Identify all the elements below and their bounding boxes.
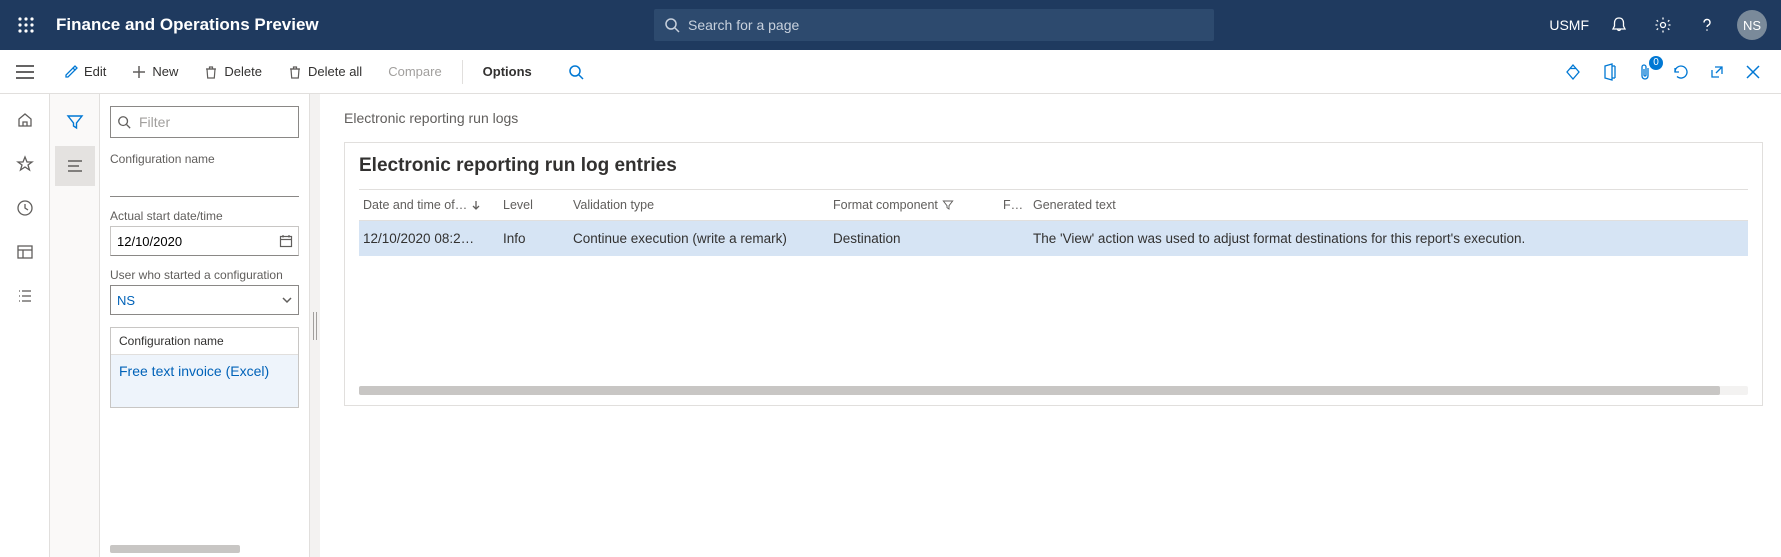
grid-header: Date and time of… Level Validation type …: [359, 190, 1748, 221]
search-icon: [664, 17, 680, 33]
workspaces-icon[interactable]: [7, 234, 43, 270]
delete-label: Delete: [224, 64, 262, 79]
splitter-grip-icon: [313, 312, 317, 340]
user-avatar[interactable]: NS: [1737, 10, 1767, 40]
office-icon[interactable]: [1595, 58, 1623, 86]
side-panel-scrollbar[interactable]: [110, 545, 240, 553]
grid-row[interactable]: 12/10/2020 08:2… Info Continue execution…: [359, 221, 1748, 256]
calendar-icon[interactable]: [279, 234, 293, 248]
edit-label: Edit: [84, 64, 106, 79]
search-input[interactable]: [654, 9, 1214, 41]
diamond-icon[interactable]: [1559, 58, 1587, 86]
col-format-component[interactable]: Format component: [833, 198, 1003, 212]
body: Configuration name Actual start date/tim…: [0, 94, 1781, 557]
compare-button: Compare: [378, 58, 451, 85]
start-date-input[interactable]: [110, 226, 299, 256]
filter-input-wrap: [110, 106, 299, 138]
home-icon[interactable]: [7, 102, 43, 138]
edit-button[interactable]: Edit: [54, 58, 116, 85]
config-list-header[interactable]: Configuration name: [111, 328, 298, 355]
close-icon[interactable]: [1739, 58, 1767, 86]
action-bar-left: Edit New Delete Delete all Compare Optio…: [54, 58, 594, 86]
breadcrumb: Electronic reporting run logs: [344, 110, 1763, 126]
user-initials: NS: [1743, 18, 1761, 33]
cell-level: Info: [503, 231, 573, 246]
config-name-input[interactable]: [110, 169, 299, 197]
attachments-icon[interactable]: 0: [1631, 58, 1659, 86]
col-generated-text[interactable]: Generated text: [1033, 198, 1744, 212]
col-datetime[interactable]: Date and time of…: [363, 198, 503, 212]
cell-format-component: Destination: [833, 231, 1003, 246]
log-card: Electronic reporting run log entries Dat…: [344, 142, 1763, 406]
user-label: User who started a configuration: [110, 268, 299, 282]
refresh-icon[interactable]: [1667, 58, 1695, 86]
filter-rail: [50, 94, 100, 557]
recent-icon[interactable]: [7, 190, 43, 226]
notifications-icon[interactable]: [1605, 11, 1633, 39]
config-name-label: Configuration name: [110, 152, 299, 166]
config-list-item[interactable]: Free text invoice (Excel): [111, 355, 298, 407]
grid-h-scrollbar-thumb[interactable]: [359, 386, 1720, 395]
filter-applied-icon: [942, 199, 954, 211]
help-icon[interactable]: [1693, 11, 1721, 39]
company-code[interactable]: USMF: [1549, 17, 1589, 33]
card-title: Electronic reporting run log entries: [359, 155, 1748, 177]
col-level[interactable]: Level: [503, 198, 573, 212]
cell-generated-text: The 'View' action was used to adjust for…: [1033, 231, 1744, 246]
start-date-field: Actual start date/time: [110, 209, 299, 256]
nav-toggle-button[interactable]: [0, 50, 50, 94]
cell-datetime: 12/10/2020 08:2…: [363, 231, 503, 246]
new-label: New: [152, 64, 178, 79]
new-button[interactable]: New: [122, 58, 188, 85]
search-container: [654, 9, 1214, 41]
splitter[interactable]: [310, 94, 320, 557]
modules-icon[interactable]: [7, 278, 43, 314]
side-panel: Configuration name Actual start date/tim…: [100, 94, 310, 557]
app-title: Finance and Operations Preview: [56, 15, 319, 35]
filter-search-icon: [117, 115, 131, 129]
filter-icon[interactable]: [55, 102, 95, 142]
main-content: Electronic reporting run logs Electronic…: [320, 94, 1781, 557]
config-list: Configuration name Free text invoice (Ex…: [110, 327, 299, 408]
options-label: Options: [483, 64, 532, 79]
grid-spacer: [359, 256, 1748, 386]
config-name-field: Configuration name: [110, 152, 299, 197]
cell-validation-type: Continue execution (write a remark): [573, 231, 833, 246]
delete-all-button[interactable]: Delete all: [278, 58, 372, 85]
compare-label: Compare: [388, 64, 441, 79]
global-header: Finance and Operations Preview USMF: [0, 0, 1781, 50]
options-button[interactable]: Options: [473, 58, 542, 85]
header-right: USMF NS: [1549, 10, 1773, 40]
delete-button[interactable]: Delete: [194, 58, 272, 85]
list-view-icon[interactable]: [55, 146, 95, 186]
grid-h-scrollbar[interactable]: [359, 386, 1748, 395]
log-grid: Date and time of… Level Validation type …: [359, 189, 1748, 395]
user-field: User who started a configuration: [110, 268, 299, 315]
filter-input[interactable]: [111, 107, 298, 137]
app-launcher-icon[interactable]: [8, 17, 44, 33]
attachments-badge: 0: [1649, 56, 1663, 70]
delete-all-label: Delete all: [308, 64, 362, 79]
sort-down-icon: [471, 200, 481, 210]
action-bar: Edit New Delete Delete all Compare Optio…: [0, 50, 1781, 94]
col-f[interactable]: F…: [1003, 198, 1033, 212]
favorites-icon[interactable]: [7, 146, 43, 182]
settings-icon[interactable]: [1649, 11, 1677, 39]
action-search-button[interactable]: [558, 58, 594, 86]
nav-rail: [0, 94, 50, 557]
start-date-label: Actual start date/time: [110, 209, 299, 223]
col-validation-type[interactable]: Validation type: [573, 198, 833, 212]
action-divider: [462, 60, 463, 84]
user-select[interactable]: [110, 285, 299, 315]
action-bar-right: 0: [1559, 58, 1775, 86]
popout-icon[interactable]: [1703, 58, 1731, 86]
